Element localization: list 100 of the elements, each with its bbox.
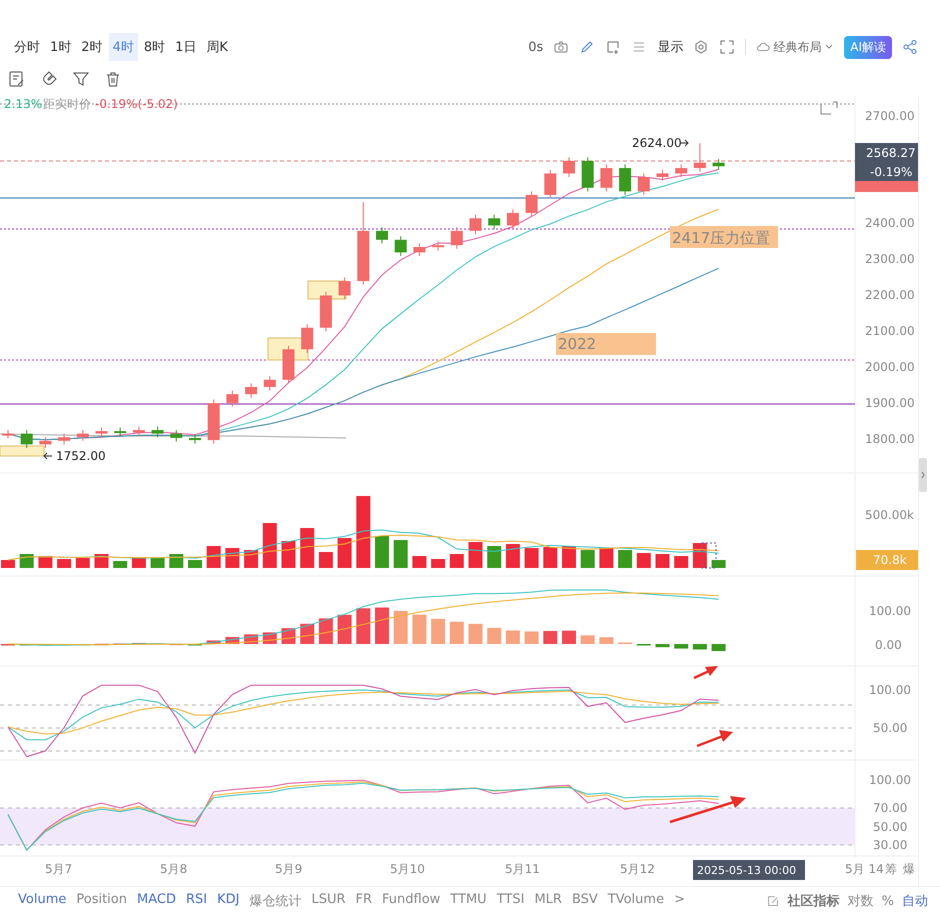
crop-add-icon[interactable] [605, 39, 622, 55]
candlestick [394, 236, 407, 256]
scale-option[interactable]: 对数 [848, 892, 874, 910]
candlestick [450, 226, 463, 250]
interval-tab[interactable]: 2时 [77, 33, 107, 61]
scale-option[interactable]: % [882, 894, 894, 908]
candlestick [563, 156, 575, 178]
more-tabs-button[interactable]: > [674, 892, 685, 910]
arrow-right-icon [680, 140, 689, 146]
settings-icon[interactable] [693, 39, 710, 55]
volume-bar [262, 523, 277, 568]
collapse-handle-icon[interactable] [919, 458, 927, 492]
scale-option[interactable]: 自动 [902, 892, 928, 910]
indicator-tab[interactable]: TTMU [450, 892, 487, 910]
high-price-marker: 2624.00 [632, 136, 682, 150]
interval-tab[interactable]: 1时 [46, 33, 76, 61]
edit-icon[interactable] [766, 894, 780, 908]
indicator-tab[interactable]: LSUR [311, 892, 346, 910]
volume-bar [188, 560, 202, 568]
indicator-tab[interactable]: Volume [18, 892, 66, 910]
layout-dropdown[interactable]: 经典布局 [756, 38, 834, 56]
kdj-axis-label: 50.00 [873, 721, 908, 735]
volume-bar [562, 546, 576, 568]
candlestick [170, 430, 182, 442]
macd-bar [431, 618, 446, 644]
macd-bar [506, 630, 520, 644]
candlestick [132, 426, 145, 437]
candlestick [301, 324, 314, 354]
candlestick [656, 169, 668, 182]
ai-analysis-button[interactable]: AI解读 [844, 36, 892, 58]
candlestick [189, 434, 201, 444]
indicator-tab[interactable]: MLR [534, 892, 562, 910]
candlestick [526, 190, 538, 217]
share-icon[interactable] [902, 39, 918, 55]
candlestick [114, 427, 126, 437]
volume-bar [113, 561, 128, 568]
pencil-icon[interactable] [579, 39, 596, 55]
trash-icon[interactable] [104, 70, 122, 88]
indicator-tab[interactable]: RSI [186, 892, 208, 910]
interval-tab[interactable]: 8时 [140, 33, 170, 61]
low-price-marker: 1752.00 [56, 449, 106, 463]
volume-bar [356, 496, 370, 568]
indicator-tab[interactable]: TTSI [496, 892, 524, 910]
interval-tab[interactable]: 1日 [171, 33, 200, 61]
candlestick [76, 430, 89, 442]
candlestick [245, 382, 258, 398]
filter-icon[interactable] [72, 70, 90, 88]
expand-icon[interactable] [820, 102, 838, 114]
display-button[interactable]: 显示 [657, 38, 684, 56]
price-axis-label: 2000.00 [865, 360, 915, 374]
time-axis-label: 5月 14 [845, 862, 884, 876]
interval-tab[interactable]: 分时 [10, 33, 44, 61]
indicator-tab[interactable]: TVolume [608, 892, 664, 910]
volume-tag [856, 550, 918, 570]
annotation-label: 2417压力位置 [670, 226, 778, 248]
price-axis-label: 2700.00 [865, 109, 915, 123]
community-indicators-button[interactable]: 社区指标 [788, 892, 840, 910]
candlestick [619, 164, 632, 196]
magnet-icon[interactable] [40, 70, 58, 88]
volume-bar [318, 552, 333, 568]
indicator-tab[interactable]: Fundflow [382, 892, 440, 910]
volume-bar [599, 548, 614, 568]
volume-bar [431, 559, 446, 568]
indicator-tab[interactable]: MACD [136, 892, 176, 910]
candlestick [152, 426, 164, 438]
price-marker [855, 181, 918, 192]
chip-distribution-button[interactable]: 筹 [885, 862, 897, 876]
indicator-tab[interactable]: BSV [572, 892, 598, 910]
fullscreen-icon[interactable] [719, 39, 736, 55]
time-axis-label: 5月7 [45, 862, 72, 876]
current-change: -0.19% [870, 165, 912, 179]
interval-tab[interactable]: 4时 [108, 33, 138, 61]
macd-bar [375, 608, 389, 644]
rsi-axis-label: 30.00 [873, 838, 908, 852]
macd-bar [562, 630, 576, 644]
macd-bar [712, 644, 726, 652]
volume-axis-label: 500.00k [865, 508, 914, 522]
macd-bar [394, 610, 408, 644]
camera-icon[interactable] [553, 39, 570, 55]
candlestick [58, 433, 70, 445]
interval-tab[interactable]: 周K [202, 33, 232, 61]
macd-bar [674, 644, 688, 649]
price-axis-label: 1800.00 [865, 432, 915, 446]
volume-bar [712, 560, 726, 568]
macd-bar [412, 614, 426, 644]
current-volume: 70.8k [873, 553, 907, 567]
volume-bar [338, 538, 352, 568]
time-axis-label: 5月11 [505, 862, 540, 876]
macd-bar [656, 644, 670, 648]
note-edit-icon[interactable] [8, 70, 26, 88]
indicator-tab[interactable]: 爆仓统计 [249, 892, 302, 910]
cloud-icon [756, 40, 770, 54]
candlestick [264, 376, 276, 392]
macd-bar [468, 624, 482, 644]
indicator-tab[interactable]: FR [356, 892, 372, 910]
liquidation-button[interactable]: 爆 [903, 862, 915, 876]
indicator-tab[interactable]: KDJ [217, 892, 240, 910]
volume-bar [57, 559, 72, 568]
candlestick [712, 158, 725, 170]
indicator-tab[interactable]: Position [76, 892, 127, 910]
